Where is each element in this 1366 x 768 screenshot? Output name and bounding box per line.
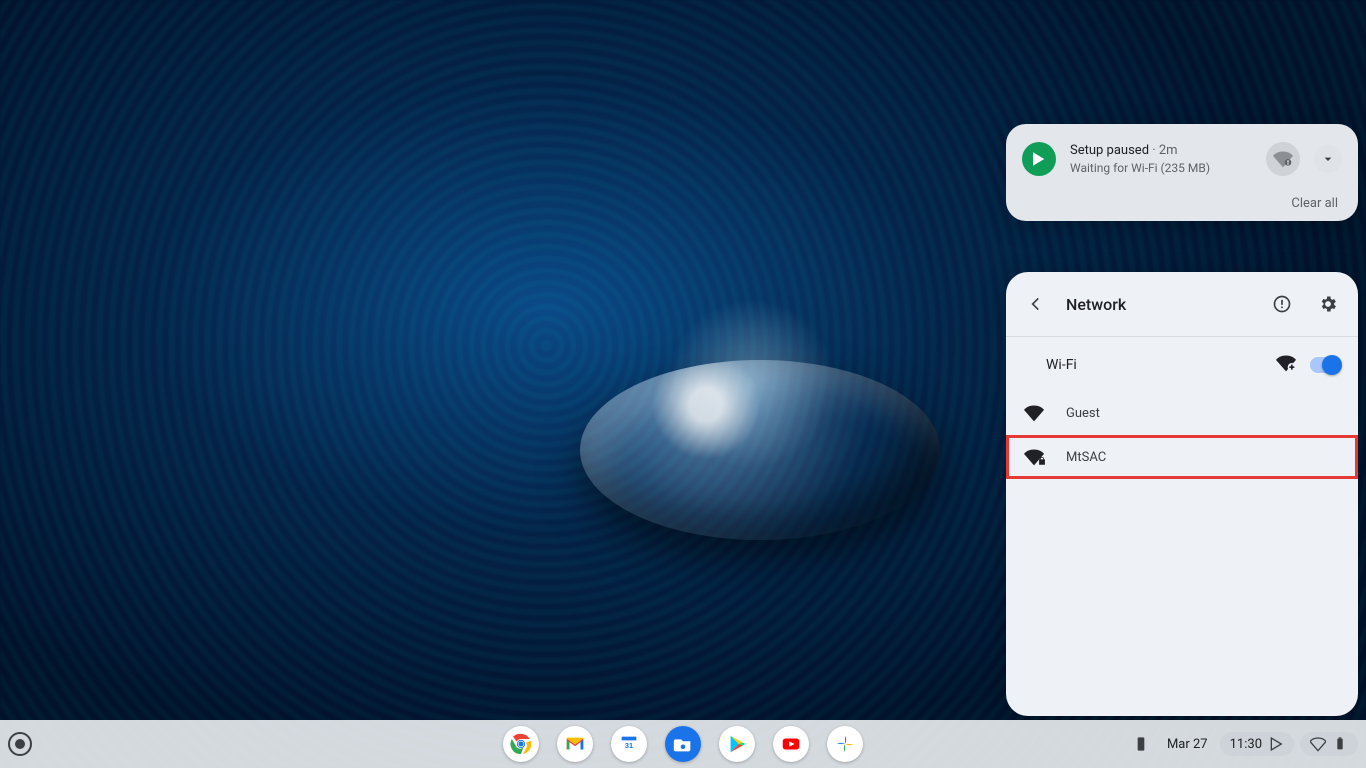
wifi-signal-icon <box>1024 403 1044 423</box>
network-panel-title: Network <box>1066 295 1252 314</box>
play-store-icon[interactable] <box>719 726 755 762</box>
notification[interactable]: Setup paused · 2m Waiting for Wi-Fi (235… <box>1006 136 1358 182</box>
shelf: 31 Mar 27 11:30 <box>0 720 1366 768</box>
wallpaper-droplet <box>580 360 940 540</box>
expand-notification-button[interactable] <box>1314 145 1342 173</box>
notification-text: Setup paused · 2m Waiting for Wi-Fi (235… <box>1070 142 1252 176</box>
wifi-network-name: Guest <box>1066 406 1100 421</box>
notification-time: · 2m <box>1149 143 1178 158</box>
play-triangle-icon <box>1268 736 1284 752</box>
wifi-network-mtsac[interactable]: MtSAC <box>1006 435 1358 479</box>
tray-time: 11:30 <box>1230 737 1262 752</box>
calendar-icon[interactable]: 31 <box>611 726 647 762</box>
add-wifi-button[interactable] <box>1276 353 1296 377</box>
chrome-icon[interactable] <box>503 726 539 762</box>
notification-card: Setup paused · 2m Waiting for Wi-Fi (235… <box>1006 124 1358 221</box>
phone-hub-button[interactable] <box>1127 732 1155 756</box>
notification-title: Setup paused <box>1070 143 1149 158</box>
tray-date[interactable]: Mar 27 <box>1161 733 1214 756</box>
wifi-network-guest[interactable]: Guest <box>1006 391 1358 435</box>
wifi-toggle-row: Wi-Fi <box>1006 337 1358 391</box>
system-tray: Mar 27 11:30 <box>1127 732 1358 756</box>
clear-all-button[interactable]: Clear all <box>1006 182 1358 211</box>
wifi-network-name: MtSAC <box>1066 450 1106 465</box>
wifi-label: Wi-Fi <box>1046 357 1077 373</box>
notification-subtitle: Waiting for Wi-Fi (235 MB) <box>1070 160 1252 176</box>
youtube-icon[interactable] <box>773 726 809 762</box>
shelf-apps: 31 <box>503 726 863 762</box>
svg-text:31: 31 <box>625 741 633 750</box>
back-button[interactable] <box>1020 288 1052 320</box>
wifi-signal-secure-icon <box>1024 447 1044 467</box>
battery-icon <box>1332 736 1348 752</box>
gmail-icon[interactable] <box>557 726 593 762</box>
wifi-alert-icon <box>1266 142 1300 176</box>
tray-time-chip[interactable]: 11:30 <box>1220 732 1294 756</box>
photos-icon[interactable] <box>827 726 863 762</box>
lock-icon <box>1037 455 1047 470</box>
network-panel-header: Network <box>1006 272 1358 337</box>
info-button[interactable] <box>1266 288 1298 320</box>
launcher-button[interactable] <box>8 732 32 756</box>
wifi-status-icon <box>1310 736 1326 752</box>
play-store-badge-icon <box>1022 142 1056 176</box>
network-panel: Network Wi-Fi Guest MtSAC <box>1006 272 1358 716</box>
files-icon[interactable] <box>665 726 701 762</box>
status-tray-button[interactable] <box>1300 732 1358 756</box>
settings-button[interactable] <box>1312 288 1344 320</box>
wifi-toggle[interactable] <box>1310 357 1340 373</box>
